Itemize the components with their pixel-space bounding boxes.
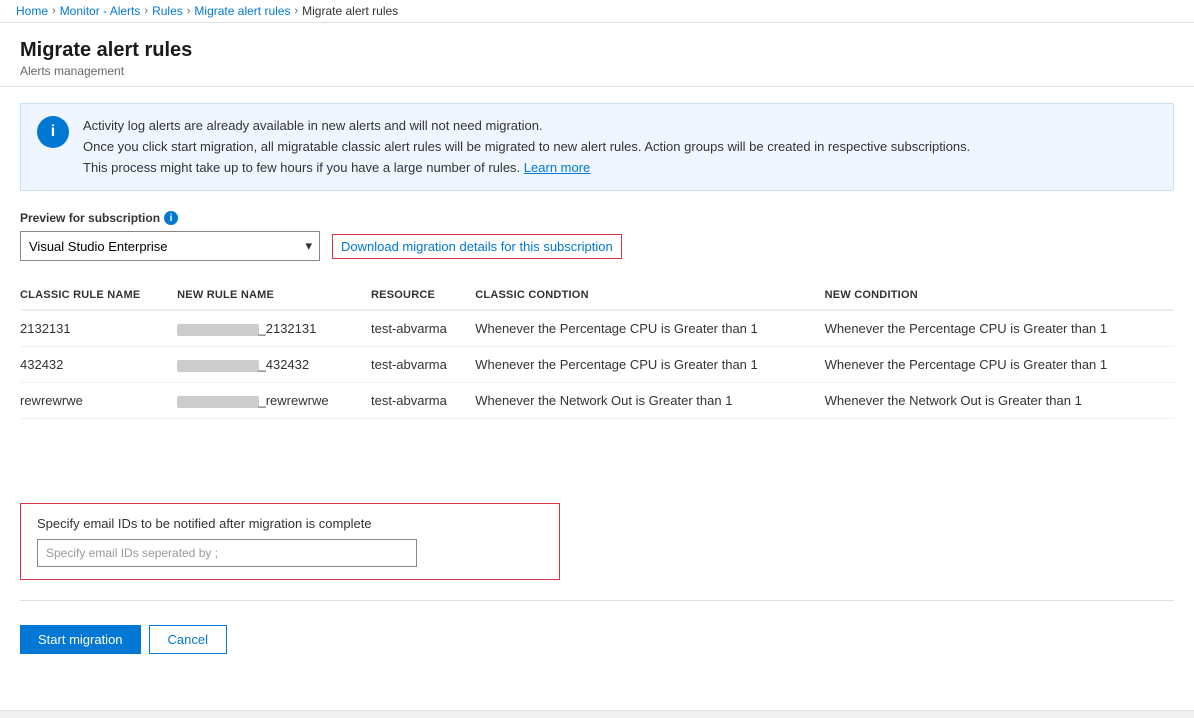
table-row: 432432 migrated_rule_xxx_432432 test-abv…: [20, 347, 1174, 383]
classic-rule-name-2: 432432: [20, 347, 177, 383]
learn-more-link[interactable]: Learn more: [524, 160, 590, 175]
breadcrumb-rules[interactable]: Rules: [152, 4, 183, 18]
resource-1: test-abvarma: [371, 310, 475, 347]
page-subtitle: Alerts management: [20, 64, 1174, 78]
info-line-3: This process might take up to few hours …: [83, 160, 520, 175]
breadcrumb-sep-2: ›: [144, 5, 148, 17]
info-banner: i Activity log alerts are already availa…: [20, 103, 1174, 191]
col-header-new-rule-name: NEW RULE NAME: [177, 281, 371, 310]
redacted-2: migrated_rule_xxx: [177, 360, 258, 372]
page-header: Migrate alert rules Alerts management: [0, 23, 1194, 87]
breadcrumb-current: Migrate alert rules: [302, 4, 398, 18]
cancel-button[interactable]: Cancel: [149, 625, 227, 654]
bottom-scrollbar[interactable]: [0, 710, 1194, 718]
resource-3: test-abvarma: [371, 383, 475, 419]
breadcrumb: Home › Monitor - Alerts › Rules › Migrat…: [16, 4, 398, 18]
main-content: i Activity log alerts are already availa…: [0, 87, 1194, 678]
redacted-1: migrated_rule_xxx: [177, 324, 258, 336]
col-header-classic-condition: CLASSIC CONDTION: [475, 281, 824, 310]
email-section: Specify email IDs to be notified after m…: [20, 503, 560, 580]
col-header-new-condition: NEW CONDITION: [825, 281, 1174, 310]
breadcrumb-migrate-alert-rules-link[interactable]: Migrate alert rules: [194, 4, 290, 18]
classic-rule-name-3: rewrewrwe: [20, 383, 177, 419]
new-condition-3: Whenever the Network Out is Greater than…: [825, 383, 1174, 419]
classic-rule-name-1: 2132131: [20, 310, 177, 347]
new-rule-name-2: migrated_rule_xxx_432432: [177, 347, 371, 383]
subscription-select[interactable]: Visual Studio Enterprise: [20, 231, 320, 261]
table-row: rewrewrwe migrated_rule_xxx_rewrewrwe te…: [20, 383, 1174, 419]
email-label: Specify email IDs to be notified after m…: [37, 516, 543, 531]
info-line-2: Once you click start migration, all migr…: [83, 139, 970, 154]
breadcrumb-monitor-alerts[interactable]: Monitor - Alerts: [60, 4, 141, 18]
classic-condition-3: Whenever the Network Out is Greater than…: [475, 383, 824, 419]
info-line-1: Activity log alerts are already availabl…: [83, 118, 543, 133]
info-icon: i: [37, 116, 69, 148]
resource-2: test-abvarma: [371, 347, 475, 383]
subscription-row: Visual Studio Enterprise Download migrat…: [20, 231, 1174, 261]
breadcrumb-sep-1: ›: [52, 5, 56, 17]
page-title: Migrate alert rules: [20, 39, 1174, 62]
subscription-select-wrapper[interactable]: Visual Studio Enterprise: [20, 231, 320, 261]
divider: [20, 600, 1174, 601]
subscription-info-icon[interactable]: i: [164, 211, 178, 225]
rules-table: CLASSIC RULE NAME NEW RULE NAME RESOURCE…: [20, 281, 1174, 419]
col-header-classic-rule-name: CLASSIC RULE NAME: [20, 281, 177, 310]
col-header-resource: RESOURCE: [371, 281, 475, 310]
breadcrumb-home[interactable]: Home: [16, 4, 48, 18]
new-rule-name-1: migrated_rule_xxx_2132131: [177, 310, 371, 347]
download-migration-link[interactable]: Download migration details for this subs…: [332, 234, 622, 259]
classic-condition-2: Whenever the Percentage CPU is Greater t…: [475, 347, 824, 383]
breadcrumb-sep-4: ›: [294, 5, 298, 17]
info-banner-text: Activity log alerts are already availabl…: [83, 116, 970, 178]
new-condition-2: Whenever the Percentage CPU is Greater t…: [825, 347, 1174, 383]
top-bar: Home › Monitor - Alerts › Rules › Migrat…: [0, 0, 1194, 23]
start-migration-button[interactable]: Start migration: [20, 625, 141, 654]
table-header-row: CLASSIC RULE NAME NEW RULE NAME RESOURCE…: [20, 281, 1174, 310]
subscription-section: Preview for subscription i Visual Studio…: [20, 211, 1174, 261]
button-row: Start migration Cancel: [20, 617, 1174, 662]
new-rule-name-3: migrated_rule_xxx_rewrewrwe: [177, 383, 371, 419]
new-condition-1: Whenever the Percentage CPU is Greater t…: [825, 310, 1174, 347]
subscription-label: Preview for subscription i: [20, 211, 1174, 225]
breadcrumb-sep-3: ›: [187, 5, 191, 17]
redacted-3: migrated_rule_xxx: [177, 396, 258, 408]
email-input[interactable]: [37, 539, 417, 567]
table-row: 2132131 migrated_rule_xxx_2132131 test-a…: [20, 310, 1174, 347]
table-section: CLASSIC RULE NAME NEW RULE NAME RESOURCE…: [20, 281, 1174, 419]
classic-condition-1: Whenever the Percentage CPU is Greater t…: [475, 310, 824, 347]
